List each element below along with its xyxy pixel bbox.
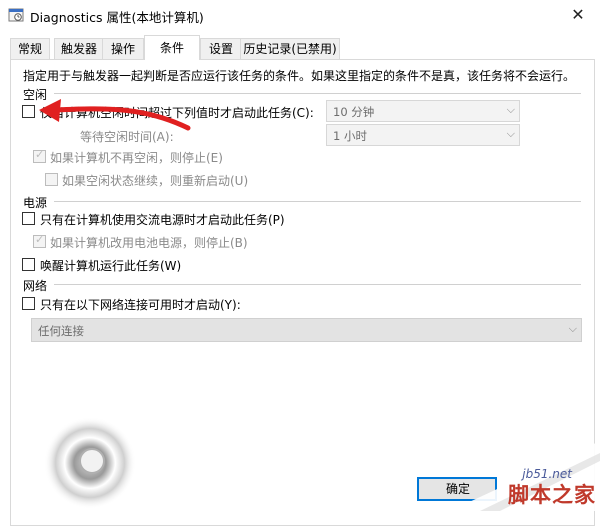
network-available-checkbox[interactable]: [22, 297, 35, 310]
idle-duration-select[interactable]: 10 分钟 ⌵: [326, 100, 520, 122]
power-heading: 电源: [23, 196, 48, 210]
watermark-text: 脚本之家: [508, 483, 596, 507]
restart-if-idle-checkbox[interactable]: [45, 173, 58, 186]
wait-for-idle-value: 1 小时: [333, 129, 367, 143]
close-icon[interactable]: ✕: [556, 0, 600, 30]
network-connection-value: 任何连接: [38, 324, 84, 338]
conditions-description: 指定用于与触发器一起判断是否应运行该任务的条件。如果这里指定的条件不是真，该任务…: [23, 69, 576, 83]
chevron-down-icon: ⌵: [568, 322, 577, 335]
tab-triggers[interactable]: 触发器: [54, 38, 104, 59]
chevron-down-icon: ⌵: [506, 127, 515, 140]
ac-power-only-checkbox[interactable]: [22, 212, 35, 225]
stop-if-not-idle-checkbox[interactable]: ✓: [33, 148, 46, 163]
restart-if-idle-label: 如果空闲状态继续，则重新启动(U): [62, 174, 249, 188]
tab-general[interactable]: 常规: [10, 38, 50, 59]
loading-spinner-icon: [44, 417, 136, 509]
wake-to-run-label: 唤醒计算机运行此任务(W): [40, 259, 182, 273]
power-divider: [54, 201, 581, 202]
network-heading: 网络: [23, 279, 48, 293]
checkmark-icon: ✓: [35, 233, 45, 246]
idle-duration-value: 10 分钟: [333, 105, 375, 119]
idle-divider: [54, 93, 581, 94]
task-scheduler-icon: [8, 8, 24, 22]
checkmark-icon: ✓: [35, 148, 45, 161]
tab-settings[interactable]: 设置: [200, 38, 242, 59]
stop-on-battery-checkbox[interactable]: ✓: [33, 233, 46, 248]
ac-power-only-label: 只有在计算机使用交流电源时才启动此任务(P): [40, 213, 285, 227]
wait-for-idle-select[interactable]: 1 小时 ⌵: [326, 124, 520, 146]
network-connection-select[interactable]: 任何连接 ⌵: [31, 318, 582, 342]
tab-actions[interactable]: 操作: [102, 38, 144, 59]
stop-on-battery-label: 如果计算机改用电池电源，则停止(B): [50, 236, 248, 250]
network-divider: [54, 284, 581, 285]
network-available-label: 只有在以下网络连接可用时才启动(Y):: [40, 298, 241, 312]
chevron-down-icon: ⌵: [506, 103, 515, 116]
wake-to-run-checkbox[interactable]: [22, 258, 35, 271]
title-bar: Diagnostics 属性(本地计算机) ✕: [0, 0, 600, 30]
stop-if-not-idle-label: 如果计算机不再空闲，则停止(E): [50, 151, 223, 165]
tab-conditions[interactable]: 条件: [144, 35, 200, 60]
annotation-arrow-icon: [39, 99, 191, 131]
window-title: Diagnostics 属性(本地计算机): [30, 10, 204, 25]
tab-history[interactable]: 历史记录(已禁用): [240, 38, 340, 59]
